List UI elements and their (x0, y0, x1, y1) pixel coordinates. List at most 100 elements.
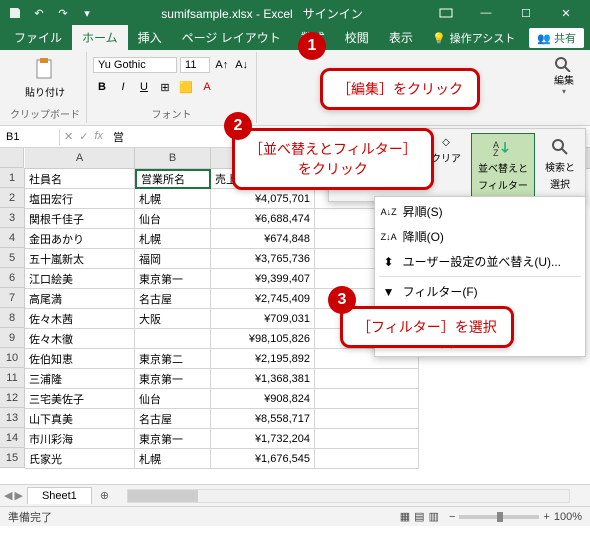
row-header[interactable]: 2 (0, 188, 24, 208)
cell[interactable]: 営業所名 (135, 169, 211, 189)
cell[interactable] (315, 389, 419, 409)
redo-icon[interactable]: ↷ (52, 2, 74, 24)
cell[interactable]: ¥674,848 (211, 229, 315, 249)
menu-sort-asc[interactable]: A↓Z 昇順(S) (375, 199, 585, 224)
cell[interactable] (315, 429, 419, 449)
menu-filter[interactable]: ▼ フィルター(F) (375, 279, 585, 304)
col-header[interactable]: B (135, 148, 211, 168)
fx-icon[interactable]: fx (94, 130, 103, 143)
sort-filter-button[interactable]: AZ 並べ替えとフィルター (471, 133, 535, 197)
underline-icon[interactable]: U (135, 78, 153, 96)
cell[interactable]: 山下真美 (25, 409, 135, 429)
cell[interactable]: 三宅美佐子 (25, 389, 135, 409)
cell[interactable]: 五十嵐新太 (25, 249, 135, 269)
menu-sort-desc[interactable]: Z↓A 降順(O) (375, 224, 585, 249)
cell[interactable]: 札幌 (135, 189, 211, 209)
cell[interactable]: 佐々木徹 (25, 329, 135, 349)
accept-formula-icon[interactable]: ✓ (79, 130, 88, 143)
cell[interactable]: 氏家光 (25, 449, 135, 469)
cell[interactable]: 佐々木茜 (25, 309, 135, 329)
zoom-in-icon[interactable]: + (543, 511, 549, 523)
cell[interactable]: ¥908,824 (211, 389, 315, 409)
sheet-next-icon[interactable]: ▶ (14, 489, 22, 502)
cell[interactable]: ¥1,368,381 (211, 369, 315, 389)
save-icon[interactable] (4, 2, 26, 24)
cell[interactable]: 関根千佳子 (25, 209, 135, 229)
cell[interactable]: ¥6,688,474 (211, 209, 315, 229)
row-header[interactable]: 15 (0, 448, 24, 468)
cell[interactable]: ¥3,765,736 (211, 249, 315, 269)
row-header[interactable]: 10 (0, 348, 24, 368)
tab-file[interactable]: ファイル (4, 25, 72, 50)
cell[interactable]: 金田あかり (25, 229, 135, 249)
find-select-button[interactable]: 検索と選択 (539, 133, 581, 197)
tab-view[interactable]: 表示 (379, 25, 423, 50)
row-header[interactable]: 4 (0, 228, 24, 248)
cell[interactable] (315, 449, 419, 469)
close-icon[interactable]: ✕ (546, 0, 586, 26)
cell[interactable]: 塩田宏行 (25, 189, 135, 209)
cell[interactable] (135, 329, 211, 349)
cell[interactable]: ¥9,399,407 (211, 269, 315, 289)
border-icon[interactable]: ⊞ (156, 78, 174, 96)
row-header[interactable]: 5 (0, 248, 24, 268)
row-header[interactable]: 1 (0, 168, 24, 188)
paste-button[interactable]: 貼り付け (10, 54, 80, 101)
horizontal-scrollbar[interactable] (127, 489, 570, 503)
cell[interactable] (315, 369, 419, 389)
cell[interactable]: 東京第一 (135, 369, 211, 389)
sheet-tab[interactable]: Sheet1 (27, 487, 92, 504)
cell[interactable]: ¥98,105,826 (211, 329, 315, 349)
cell[interactable]: 東京第二 (135, 349, 211, 369)
font-size-select[interactable]: 11 (180, 57, 210, 73)
row-header[interactable]: 12 (0, 388, 24, 408)
cell[interactable]: 江口絵美 (25, 269, 135, 289)
cell[interactable]: 仙台 (135, 389, 211, 409)
cell[interactable]: 市川彩海 (25, 429, 135, 449)
fill-color-icon[interactable]: 🟨 (177, 78, 195, 96)
cell[interactable]: 高尾満 (25, 289, 135, 309)
font-name-select[interactable]: Yu Gothic (93, 57, 177, 73)
tab-home[interactable]: ホーム (72, 25, 128, 50)
edit-button[interactable]: 編集 ▾ (548, 54, 580, 98)
add-sheet-icon[interactable]: ⊕ (92, 487, 117, 504)
cell[interactable]: 東京第一 (135, 429, 211, 449)
cell[interactable]: 東京第一 (135, 269, 211, 289)
font-color-icon[interactable]: A (198, 78, 216, 96)
menu-custom-sort[interactable]: ⬍ ユーザー設定の並べ替え(U)... (375, 249, 585, 274)
row-header[interactable]: 11 (0, 368, 24, 388)
name-box[interactable]: B1 (0, 129, 60, 145)
undo-icon[interactable]: ↶ (28, 2, 50, 24)
cell[interactable] (315, 409, 419, 429)
cell[interactable]: ¥1,676,545 (211, 449, 315, 469)
cell[interactable]: 三浦隆 (25, 369, 135, 389)
row-header[interactable]: 13 (0, 408, 24, 428)
normal-view-icon[interactable]: ▦ (400, 510, 410, 523)
tab-insert[interactable]: 挿入 (128, 25, 172, 50)
sheet-prev-icon[interactable]: ◀ (4, 489, 12, 502)
row-header[interactable]: 14 (0, 428, 24, 448)
cell[interactable]: 札幌 (135, 229, 211, 249)
bold-icon[interactable]: B (93, 78, 111, 96)
row-header[interactable]: 8 (0, 308, 24, 328)
row-header[interactable]: 3 (0, 208, 24, 228)
cell[interactable]: ¥2,195,892 (211, 349, 315, 369)
row-header[interactable]: 6 (0, 268, 24, 288)
cell[interactable]: ¥1,732,204 (211, 429, 315, 449)
tell-me[interactable]: 💡 操作アシスト (424, 26, 523, 50)
page-layout-icon[interactable]: ▤ (414, 510, 424, 523)
tab-layout[interactable]: ページ レイアウト (172, 25, 291, 50)
cell[interactable]: ¥709,031 (211, 309, 315, 329)
cell[interactable]: ¥8,558,717 (211, 409, 315, 429)
cancel-formula-icon[interactable]: ✕ (64, 130, 73, 143)
cell[interactable]: ¥4,075,701 (211, 189, 315, 209)
minimize-icon[interactable]: — (466, 0, 506, 26)
cell[interactable]: 札幌 (135, 449, 211, 469)
cell[interactable]: 福岡 (135, 249, 211, 269)
cell[interactable]: 名古屋 (135, 289, 211, 309)
shrink-font-icon[interactable]: A↓ (233, 56, 250, 74)
cell[interactable]: 佐伯知恵 (25, 349, 135, 369)
cell[interactable]: 名古屋 (135, 409, 211, 429)
italic-icon[interactable]: I (114, 78, 132, 96)
cell[interactable]: 社員名 (25, 169, 135, 189)
